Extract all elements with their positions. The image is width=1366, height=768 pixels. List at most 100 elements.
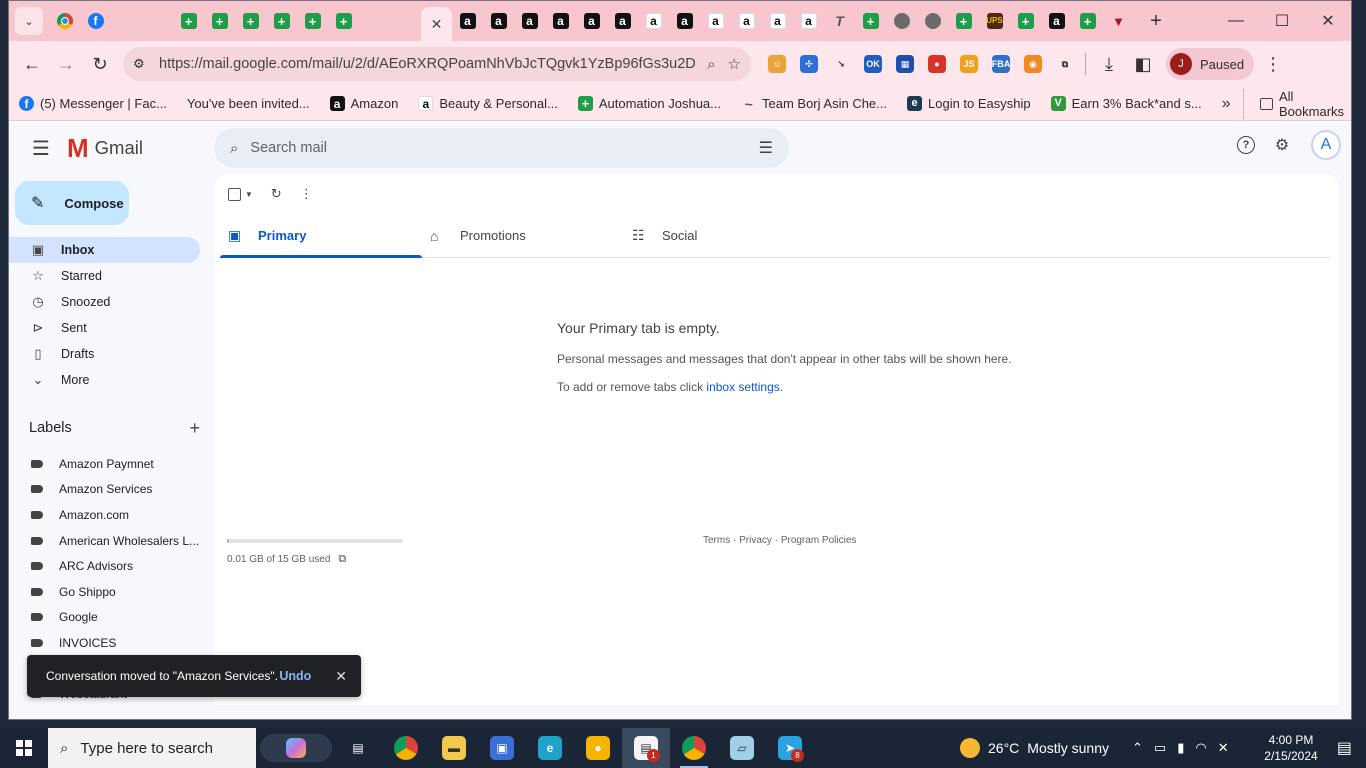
wifi-icon[interactable]: ◠ — [1195, 740, 1206, 756]
maximize-button[interactable]: ☐ — [1259, 1, 1305, 41]
battery-icon[interactable]: ▮ — [1177, 740, 1184, 756]
extension-button[interactable]: ⧉ — [1051, 50, 1079, 78]
browser-tab[interactable]: M — [142, 1, 173, 137]
browser-tab[interactable]: + — [328, 1, 359, 41]
select-all-checkbox[interactable]: ▼ — [228, 187, 253, 201]
all-bookmarks-button[interactable]: All Bookmarks — [1242, 88, 1347, 119]
taskbar-notes[interactable]: ▤ 1 — [622, 728, 670, 768]
taskbar-search[interactable]: ⌕ Type here to search — [48, 728, 256, 768]
browser-tab[interactable]: a — [1041, 1, 1072, 41]
sidebar-item-drafts[interactable]: ▯ Drafts — [9, 341, 200, 367]
more-bookmarks-icon[interactable]: » — [1222, 95, 1231, 113]
search-options-icon[interactable]: ☰ — [759, 138, 773, 158]
zoom-icon[interactable]: ⌕ — [707, 56, 715, 73]
clock[interactable]: 4:00 PM 2/15/2024 — [1256, 732, 1326, 764]
browser-tab[interactable]: a — [793, 1, 824, 41]
browser-tab[interactable]: a — [545, 1, 576, 41]
open-storage-icon[interactable]: ⧉ — [338, 553, 346, 566]
minimize-button[interactable]: — — [1213, 1, 1259, 41]
tab-promotions[interactable]: ⌂ Promotions — [422, 214, 624, 257]
sidebar-item-inbox[interactable]: ▣ Inbox — [9, 237, 200, 263]
url-text[interactable]: https://mail.google.com/mail/u/2/d/AEoRX… — [159, 56, 695, 72]
new-tab-button[interactable]: + — [1142, 10, 1170, 33]
close-tab-icon[interactable]: ✕ — [431, 16, 443, 33]
sidebar-item-sent[interactable]: ⊳ Sent — [9, 315, 200, 341]
label-item[interactable]: Amazon Services — [9, 477, 200, 503]
undo-button[interactable]: Undo — [279, 669, 311, 683]
extension-button[interactable]: ↘ — [827, 50, 855, 78]
account-avatar[interactable]: A — [1311, 130, 1341, 160]
close-window-button[interactable]: ✕ — [1305, 1, 1351, 41]
browser-tab[interactable]: + — [948, 1, 979, 41]
settings-gear-icon[interactable]: ⚙ — [1269, 132, 1295, 158]
sidebar-item-snoozed[interactable]: ◷ Snoozed — [9, 289, 200, 315]
inbox-settings-link[interactable]: inbox settings — [706, 380, 779, 394]
bookmark-item[interactable]: a Beauty & Personal... — [418, 96, 558, 111]
browser-tab[interactable]: M — [111, 1, 142, 137]
browser-tab[interactable]: a — [762, 1, 793, 41]
volume-muted-icon[interactable]: ✕ — [1218, 740, 1229, 756]
tab-search-button[interactable]: ⌄ — [15, 7, 43, 35]
taskbar-telegram[interactable]: ➤ 8 — [766, 728, 814, 768]
taskbar-search-input[interactable]: Type here to search — [80, 740, 213, 757]
taskbar-remote-desktop[interactable]: ▣ — [478, 728, 526, 768]
browser-tab[interactable]: f — [80, 1, 111, 41]
bookmark-star-icon[interactable]: ☆ — [728, 55, 741, 73]
bookmark-item[interactable]: e Login to Easyship — [907, 96, 1031, 111]
label-item[interactable]: INVOICES — [9, 630, 200, 656]
tab-primary[interactable]: ▣ Primary — [220, 214, 422, 258]
search-bar[interactable]: ⌕ Search mail ☰ — [214, 128, 789, 168]
weather-widget[interactable]: 26°C Mostly sunny — [960, 728, 1109, 768]
bookmark-item[interactable]: V Earn 3% Back*and s... — [1050, 96, 1202, 111]
taskbar-file-explorer[interactable]: ▬ — [430, 728, 478, 768]
program-policies-link[interactable]: Program Policies — [781, 535, 857, 546]
bookmark-item[interactable]: f (5) Messenger | Fac... — [19, 96, 167, 111]
extension-button[interactable]: ✣ — [795, 50, 823, 78]
main-menu-icon[interactable]: ☰ — [17, 124, 65, 172]
taskbar-notepad[interactable]: ▱ — [718, 728, 766, 768]
back-button[interactable]: ← — [15, 47, 49, 81]
support-button[interactable]: ? — [1233, 132, 1259, 158]
browser-tab[interactable]: M — [359, 1, 390, 137]
bookmark-item[interactable]: + Automation Joshua... — [577, 96, 721, 111]
extension-button[interactable]: FBA — [987, 50, 1015, 78]
extension-button[interactable]: ☺ — [763, 50, 791, 78]
browser-tab[interactable]: ✕ — [421, 7, 452, 41]
refresh-icon[interactable]: ↻ — [271, 186, 282, 202]
browser-tab[interactable]: + — [855, 1, 886, 41]
more-actions-icon[interactable]: ⋮ — [300, 186, 313, 202]
browser-tab[interactable]: a — [700, 1, 731, 41]
label-item[interactable]: Amazon Paymnet — [9, 451, 200, 477]
browser-tab[interactable]: a — [483, 1, 514, 41]
search-input[interactable]: Search mail — [250, 140, 758, 156]
downloads-icon[interactable]: ⤓ — [1092, 47, 1126, 81]
extension-button[interactable]: ▦ — [891, 50, 919, 78]
tab-social[interactable]: ☷ Social — [624, 214, 826, 257]
extension-button[interactable]: OK — [859, 50, 887, 78]
browser-tab[interactable]: UPS — [979, 1, 1010, 41]
browser-tab[interactable]: T — [824, 1, 855, 41]
taskbar-task-view[interactable]: ▤ — [334, 728, 382, 768]
browser-tab[interactable] — [49, 1, 80, 41]
taskbar-chrome-profile[interactable] — [670, 728, 718, 768]
browser-tab[interactable]: + — [204, 1, 235, 41]
browser-tab[interactable]: a — [731, 1, 762, 41]
browser-tab[interactable]: a — [607, 1, 638, 41]
bookmark-item[interactable]: MYou've been invited... — [11, 96, 310, 137]
side-panel-icon[interactable]: ◧ — [1126, 47, 1160, 81]
notification-icon[interactable]: ▤ — [1337, 738, 1352, 758]
taskbar-vpn[interactable]: ● — [574, 728, 622, 768]
browser-tab[interactable]: + — [1072, 1, 1103, 41]
browser-tab[interactable]: + — [1010, 1, 1041, 41]
browser-menu-icon[interactable]: ⋮ — [1264, 54, 1282, 75]
close-icon[interactable]: ✕ — [335, 668, 347, 685]
browser-tab[interactable]: a — [638, 1, 669, 41]
copilot-button[interactable] — [260, 734, 332, 762]
browser-tab[interactable]: + — [266, 1, 297, 41]
address-bar[interactable]: ⚙ https://mail.google.com/mail/u/2/d/AEo… — [123, 47, 751, 81]
terms-link[interactable]: Terms — [703, 535, 730, 546]
taskbar-edge[interactable]: e — [526, 728, 574, 768]
browser-tab[interactable] — [917, 1, 948, 41]
browser-tab[interactable]: ▼ — [1103, 1, 1134, 41]
browser-tab[interactable]: a — [576, 1, 607, 41]
